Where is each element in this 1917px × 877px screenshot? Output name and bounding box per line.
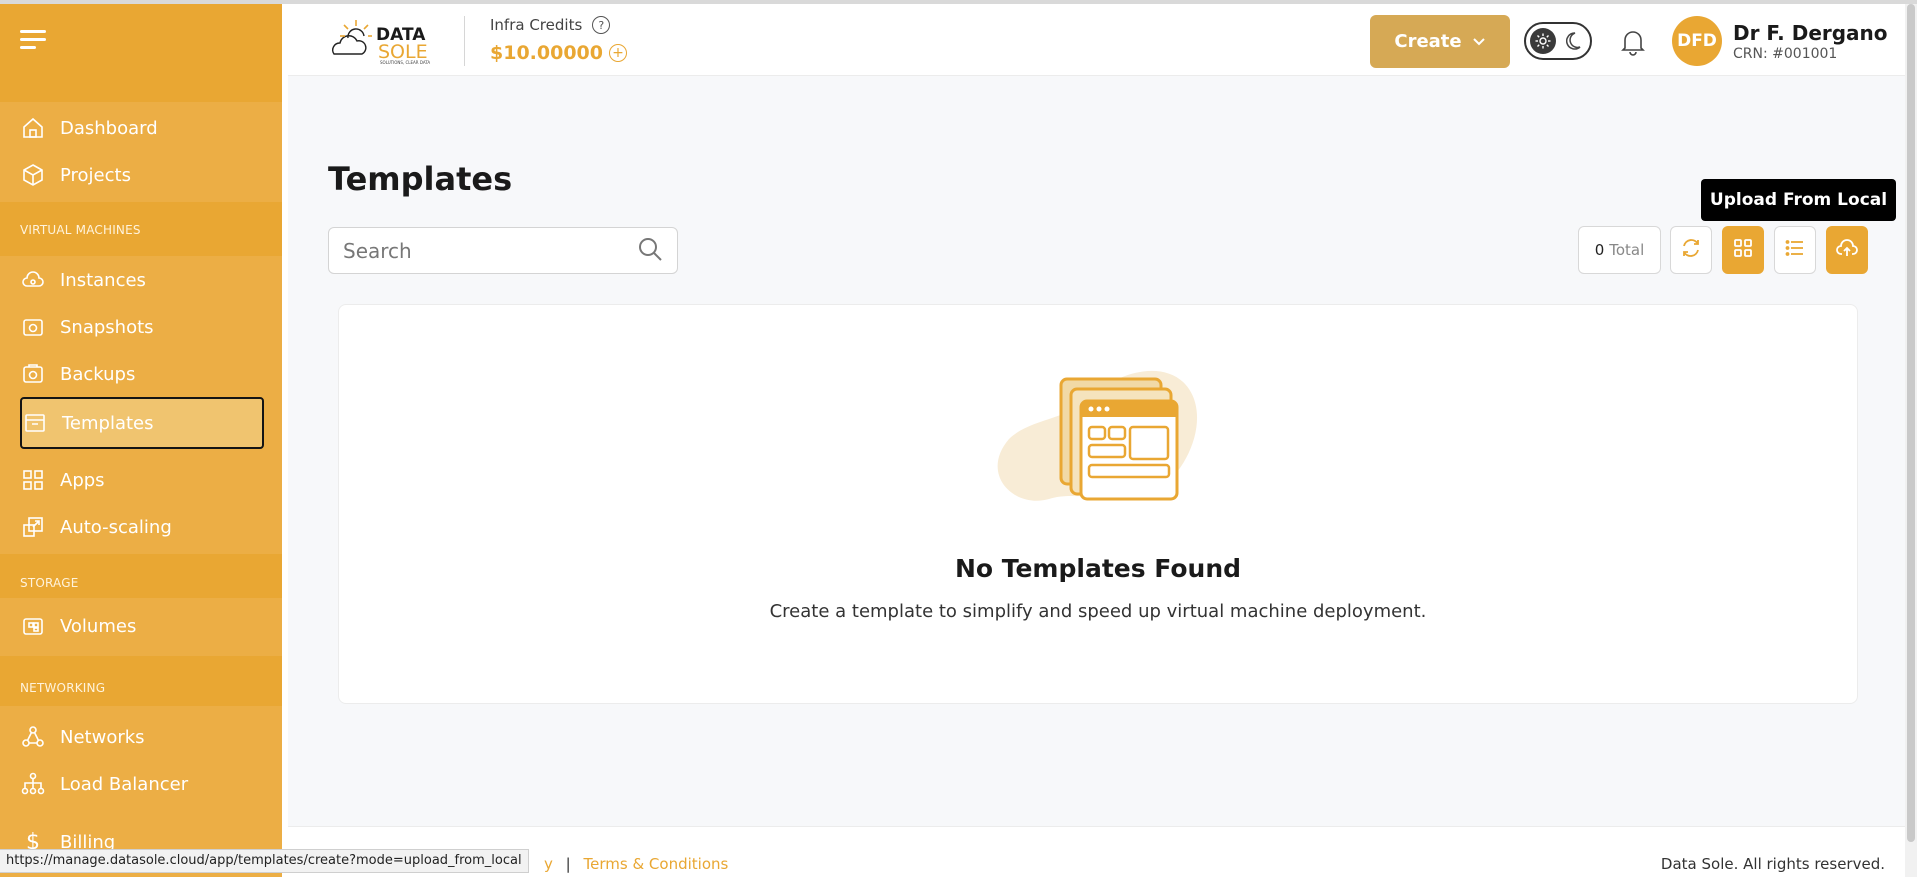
sun-icon	[1530, 28, 1556, 54]
infra-credits-value: $10.00000 +	[490, 42, 627, 64]
sidebar-item-networks[interactable]: Networks	[20, 715, 264, 759]
section-label-storage: STORAGE	[20, 576, 79, 590]
logo-tagline: SOLUTIONS, CLEAR DATA	[380, 60, 430, 65]
add-credits-icon[interactable]: +	[608, 44, 627, 62]
help-icon[interactable]: ?	[592, 16, 611, 34]
total-count: 0	[1594, 241, 1605, 259]
empty-state-card: No Templates Found Create a template to …	[338, 304, 1858, 704]
apps-icon	[20, 467, 46, 493]
sidebar-item-snapshots[interactable]: Snapshots	[20, 305, 264, 349]
theme-toggle[interactable]	[1524, 22, 1592, 60]
sidebar-item-label: Auto-scaling	[60, 516, 172, 538]
sidebar-item-instances[interactable]: Instances	[20, 258, 264, 302]
refresh-icon	[1680, 237, 1702, 263]
total-count-badge: 0 Total	[1578, 226, 1661, 274]
sidebar-item-label: Projects	[60, 164, 131, 186]
copyright-text: Data Sole. All rights reserved.	[1660, 855, 1885, 873]
sidebar-item-label: Networks	[60, 726, 145, 748]
user-crn: CRN: #001001	[1733, 46, 1838, 62]
scrollbar-thumb[interactable]	[1907, 4, 1915, 842]
upload-tooltip: Upload From Local	[1701, 179, 1896, 221]
grid-icon	[1733, 238, 1753, 262]
cloud-icon	[20, 267, 46, 293]
sidebar-item-volumes[interactable]: Volumes	[20, 604, 264, 648]
grid-view-button[interactable]	[1722, 226, 1764, 274]
search-icon[interactable]	[637, 236, 663, 266]
search-box[interactable]	[328, 227, 678, 274]
network-icon	[20, 724, 46, 750]
create-button[interactable]: Create	[1370, 15, 1510, 68]
sidebar-item-label: Instances	[60, 269, 146, 291]
infra-credits-text: Infra Credits	[490, 16, 583, 34]
terms-link[interactable]: Terms & Conditions	[584, 855, 729, 873]
section-label-virtual-machines: VIRTUAL MACHINES	[20, 223, 141, 237]
cube-icon	[20, 162, 46, 188]
sidebar-item-load-balancer[interactable]: Load Balancer	[20, 762, 264, 806]
list-icon	[1785, 239, 1805, 261]
user-name[interactable]: Dr F. Dergano	[1733, 21, 1888, 45]
section-label-networking: NETWORKING	[20, 681, 106, 695]
empty-templates-illustration	[959, 359, 1259, 509]
total-label: Total	[1609, 241, 1645, 259]
scrollbar[interactable]	[1905, 4, 1917, 877]
footer-links: y | Terms & Conditions	[544, 855, 728, 873]
footer-separator: |	[565, 855, 571, 873]
privacy-policy-link[interactable]: y	[544, 855, 553, 873]
avatar[interactable]: DFD	[1672, 16, 1722, 66]
create-button-label: Create	[1394, 31, 1462, 52]
status-bar-url: https://manage.datasole.cloud/app/templa…	[0, 849, 529, 873]
refresh-button[interactable]	[1670, 226, 1712, 274]
empty-state-description: Create a template to simplify and speed …	[769, 601, 1427, 622]
sidebar-item-backups[interactable]: Backups	[20, 352, 264, 396]
menu-toggle-icon[interactable]	[20, 30, 46, 50]
cloud-upload-icon	[1836, 238, 1858, 262]
sidebar-item-label: Snapshots	[60, 316, 154, 338]
backup-icon	[20, 361, 46, 387]
credits-amount: $10.00000	[490, 42, 603, 64]
list-view-button[interactable]	[1774, 226, 1816, 274]
chevron-down-icon	[1472, 31, 1486, 52]
sidebar-item-dashboard[interactable]: Dashboard	[20, 106, 264, 150]
search-input[interactable]	[343, 238, 637, 263]
top-header: DATA SOLE SOLUTIONS, CLEAR DATA Infra Cr…	[288, 4, 1905, 76]
footer: y | Terms & Conditions Data Sole. All ri…	[288, 826, 1905, 877]
sidebar-item-label: Load Balancer	[60, 773, 189, 795]
infra-credits-label: Infra Credits ?	[490, 16, 611, 34]
autoscale-icon	[20, 514, 46, 540]
page-title: Templates	[328, 160, 513, 198]
sidebar-item-auto-scaling[interactable]: Auto-scaling	[20, 505, 264, 549]
template-icon	[22, 410, 48, 436]
load-balancer-icon	[20, 771, 46, 797]
sidebar-item-label: Dashboard	[60, 117, 158, 139]
home-icon	[20, 115, 46, 141]
empty-state-title: No Templates Found	[954, 554, 1242, 583]
sidebar-item-projects[interactable]: Projects	[20, 153, 264, 197]
bell-icon[interactable]	[1620, 28, 1646, 60]
sidebar-item-templates[interactable]: Templates	[20, 397, 264, 449]
sidebar-item-apps[interactable]: Apps	[20, 458, 264, 502]
upload-from-local-button[interactable]	[1826, 226, 1868, 274]
datasole-logo[interactable]: DATA SOLE SOLUTIONS, CLEAR DATA	[328, 16, 448, 66]
moon-icon	[1565, 30, 1586, 56]
sidebar-item-label: Volumes	[60, 615, 137, 637]
sidebar-item-label: Templates	[62, 412, 154, 434]
sidebar-item-label: Apps	[60, 469, 105, 491]
sidebar: Dashboard Projects VIRTUAL MACHINES Inst…	[0, 4, 282, 877]
camera-icon	[20, 314, 46, 340]
volumes-icon	[20, 613, 46, 639]
sidebar-item-label: Backups	[60, 363, 136, 385]
